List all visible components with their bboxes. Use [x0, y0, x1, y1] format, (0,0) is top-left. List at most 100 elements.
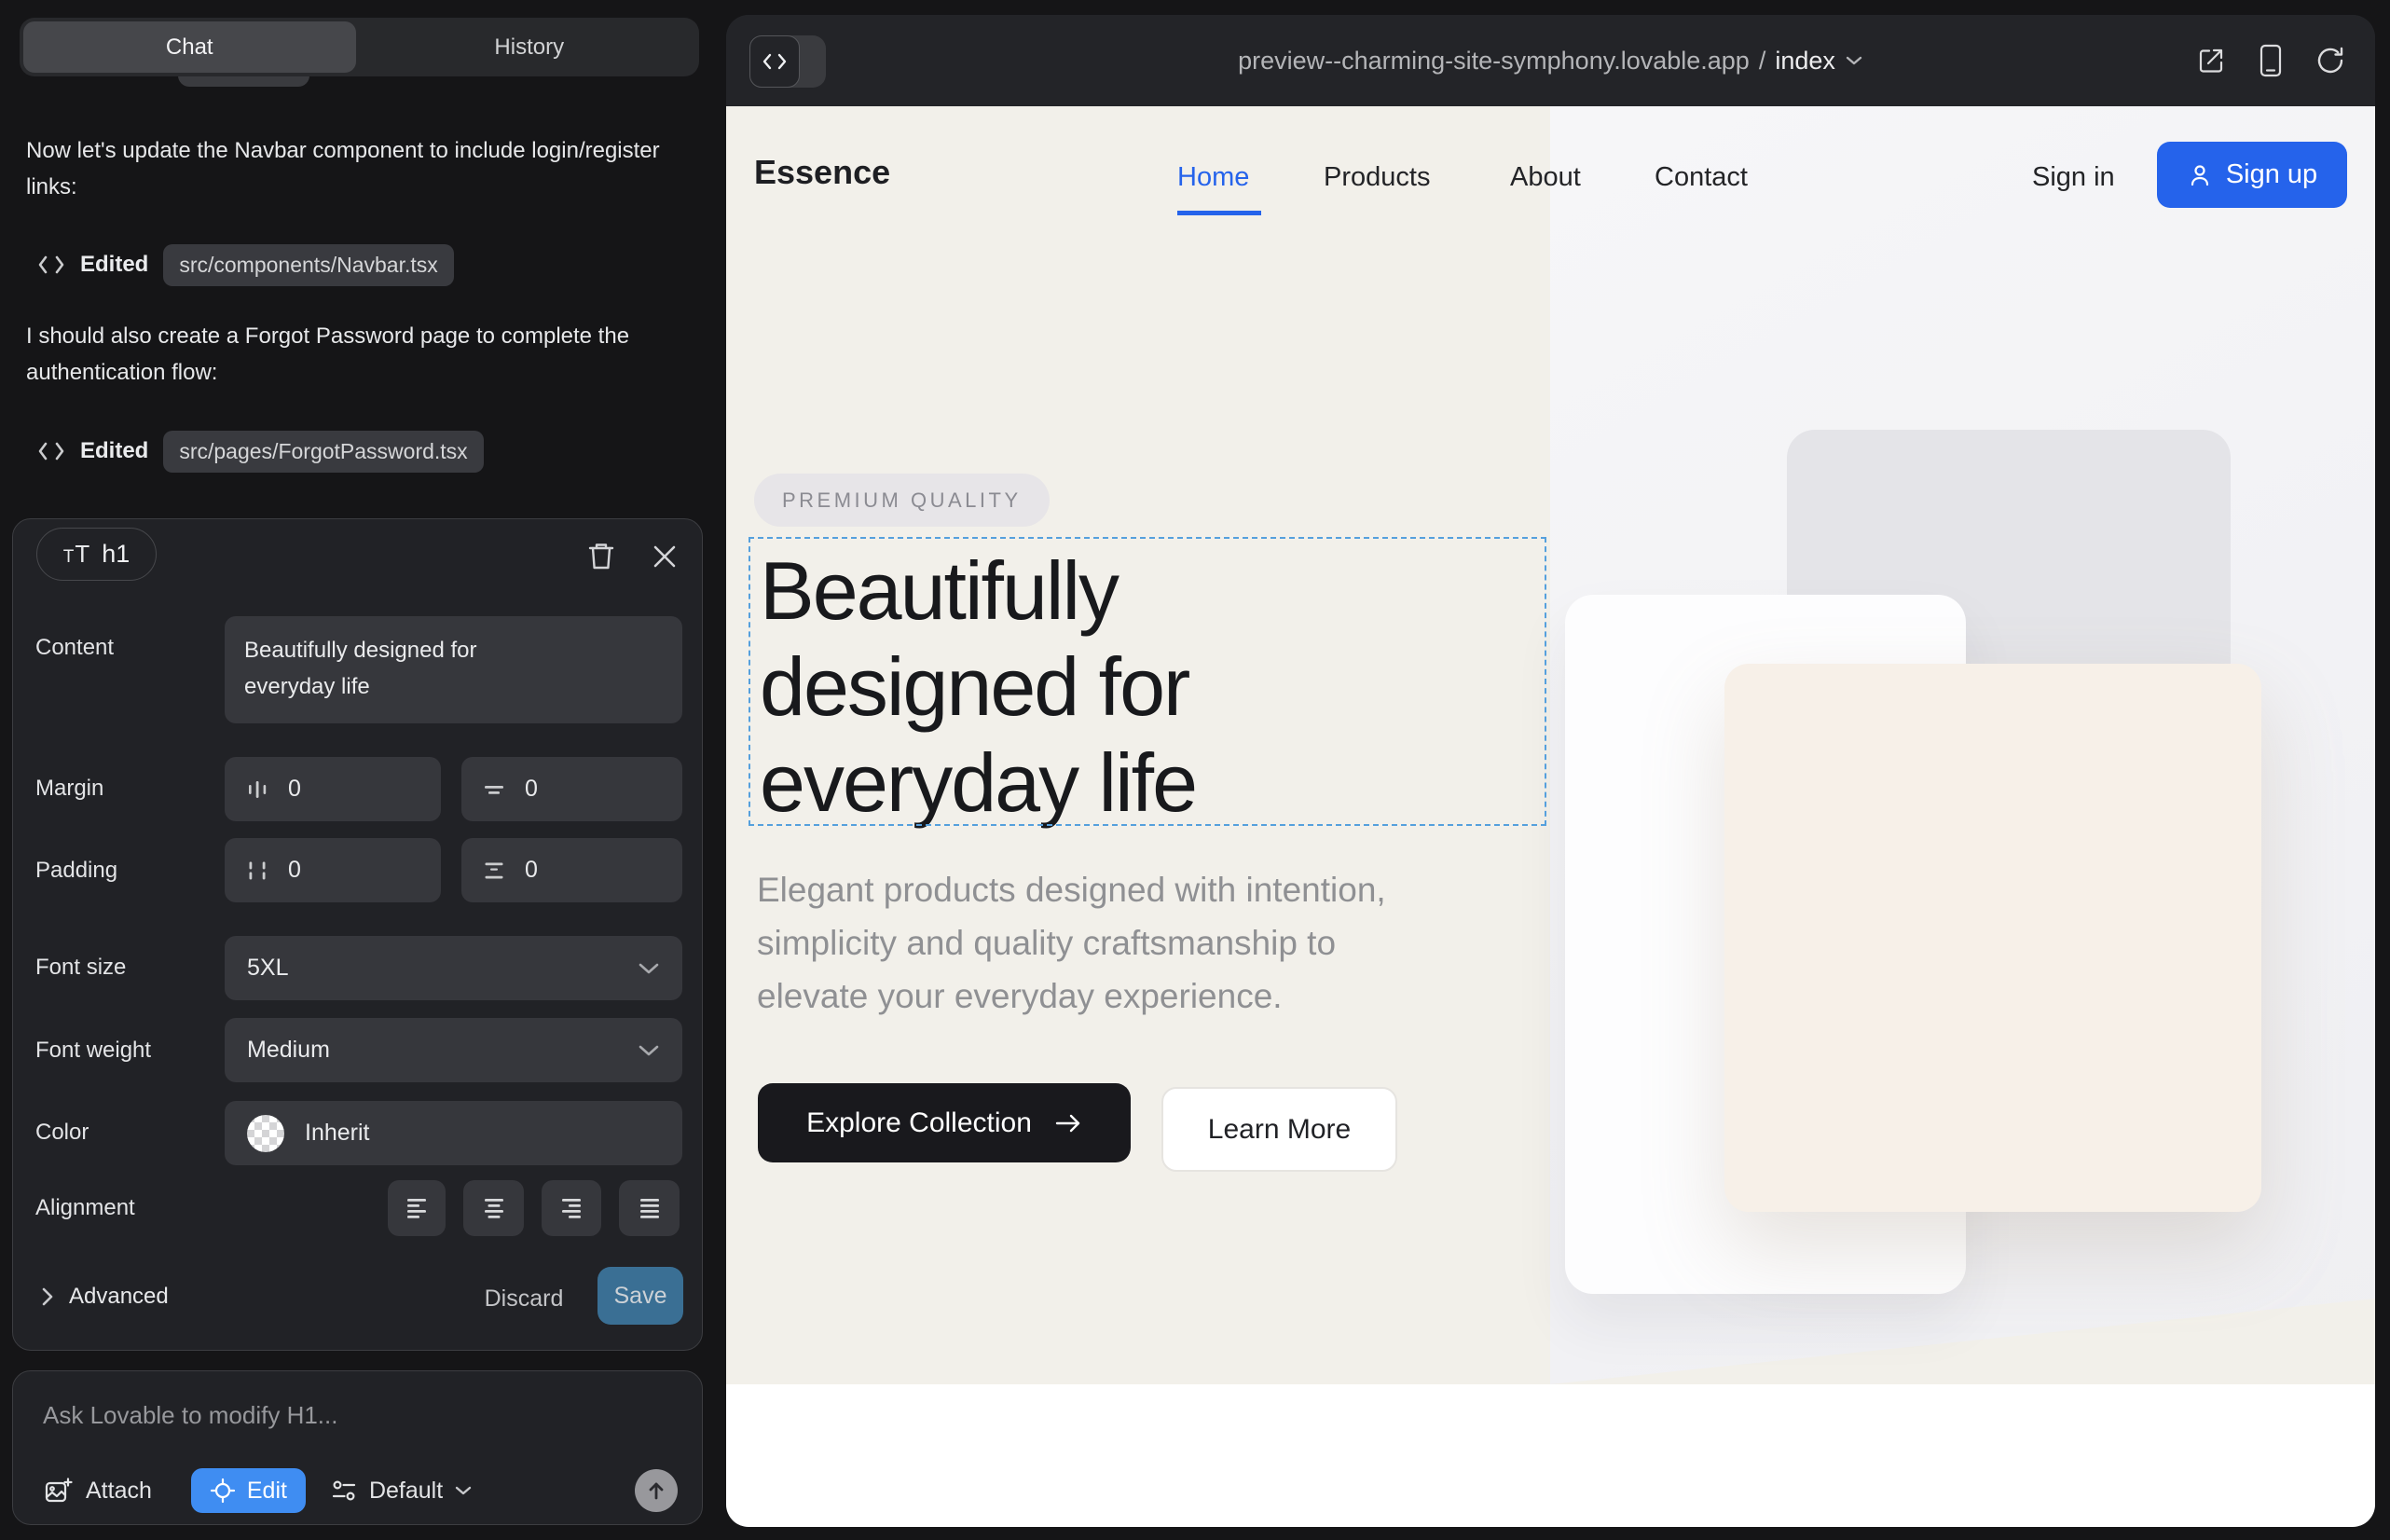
edited-label: Edited — [80, 252, 148, 278]
tab-history[interactable]: History — [364, 21, 696, 73]
chevron-down-icon — [1845, 55, 1863, 66]
chat-sidebar: Chat History Now let's update the Navbar… — [0, 0, 725, 1540]
margin-vertical-icon — [482, 777, 506, 802]
prompt-input[interactable]: Ask Lovable to modify H1... — [43, 1401, 337, 1430]
sidebar-tabs: Chat History — [20, 18, 699, 76]
target-icon — [210, 1478, 236, 1504]
hero-paragraph: Elegant products designed with intention… — [757, 863, 1386, 1023]
color-select[interactable]: Inherit — [225, 1101, 682, 1165]
chevron-down-icon — [454, 1485, 473, 1496]
edited-file-row: Edited src/components/Navbar.tsx — [37, 243, 454, 286]
code-icon — [37, 441, 65, 461]
explore-collection-button[interactable]: Explore Collection — [758, 1083, 1131, 1162]
edit-mode-button[interactable]: Edit — [191, 1468, 306, 1513]
page-select[interactable]: index — [1775, 47, 1835, 76]
font-weight-label: Font weight — [35, 1038, 151, 1064]
align-center-button[interactable] — [463, 1180, 524, 1236]
active-nav-underline — [1177, 211, 1261, 215]
color-swatch — [247, 1115, 284, 1152]
edited-file-badge[interactable]: src/pages/ForgotPassword.tsx — [163, 431, 483, 473]
font-weight-select[interactable]: Medium — [225, 1018, 682, 1082]
close-icon — [652, 543, 678, 570]
hero-badge: PREMIUM QUALITY — [754, 474, 1050, 527]
tab-chat[interactable]: Chat — [23, 21, 356, 73]
nav-link-about[interactable]: About — [1510, 162, 1581, 193]
margin-horizontal-icon — [245, 777, 269, 802]
selected-element-pill[interactable]: TT h1 — [36, 528, 157, 581]
chat-message: I should also create a Forgot Password p… — [26, 318, 660, 391]
align-center-icon — [481, 1195, 507, 1221]
trash-icon — [587, 542, 615, 571]
external-link-icon — [2195, 45, 2227, 76]
margin-label: Margin — [35, 776, 103, 802]
font-size-select[interactable]: 5XL — [225, 936, 682, 1000]
chevron-right-icon — [41, 1286, 54, 1307]
url-breadcrumb[interactable]: preview--charming-site-symphony.lovable.… — [726, 15, 2375, 106]
sign-up-button[interactable]: Sign up — [2157, 142, 2347, 208]
margin-horizontal-input[interactable]: 0 — [225, 757, 441, 821]
align-left-button[interactable] — [388, 1180, 446, 1236]
nav-link-contact[interactable]: Contact — [1655, 162, 1748, 193]
edited-file-row: Edited src/pages/ForgotPassword.tsx — [37, 430, 484, 473]
nav-link-home[interactable]: Home — [1177, 162, 1249, 193]
preview-url: preview--charming-site-symphony.lovable.… — [1238, 47, 1750, 76]
text-type-icon: TT — [63, 540, 91, 569]
element-tag: h1 — [102, 540, 130, 569]
element-selection-outline[interactable] — [749, 537, 1546, 826]
align-right-button[interactable] — [542, 1180, 601, 1236]
alignment-label: Alignment — [35, 1195, 135, 1221]
mobile-icon — [2259, 44, 2283, 77]
app-window: Chat History Now let's update the Navbar… — [0, 0, 2390, 1540]
sign-in-link[interactable]: Sign in — [2032, 162, 2115, 193]
align-justify-icon — [637, 1195, 663, 1221]
decorative-card-cream — [1724, 664, 2261, 1212]
edited-file-badge[interactable]: src/components/Navbar.tsx — [163, 244, 453, 286]
mobile-view-button[interactable] — [2252, 42, 2289, 79]
padding-label: Padding — [35, 858, 117, 884]
font-size-label: Font size — [35, 955, 126, 981]
attach-button[interactable]: Attach — [43, 1476, 152, 1506]
prompt-composer[interactable]: Ask Lovable to modify H1... Attach Edit — [12, 1370, 703, 1525]
code-icon — [37, 254, 65, 275]
preview-browser: preview--charming-site-symphony.lovable.… — [726, 15, 2375, 1527]
discard-button[interactable]: Discard — [479, 1286, 569, 1313]
chevron-down-icon — [638, 962, 660, 975]
url-separator: / — [1759, 47, 1766, 76]
browser-actions — [2192, 15, 2349, 106]
sliders-icon — [330, 1478, 358, 1504]
site-viewport: Essence Home Products About Contact Sign… — [726, 106, 2375, 1527]
edited-label: Edited — [80, 438, 148, 464]
content-input[interactable]: Beautifully designed for everyday life — [225, 616, 682, 723]
chevron-down-icon — [638, 1044, 660, 1057]
mode-select[interactable]: Default — [330, 1478, 473, 1505]
padding-vertical-icon — [482, 859, 506, 883]
chat-message: Now let's update the Navbar component to… — [26, 132, 660, 205]
user-icon — [2187, 162, 2213, 188]
close-panel-button[interactable] — [645, 537, 684, 576]
arrow-right-icon — [1054, 1113, 1082, 1134]
advanced-toggle[interactable]: Advanced — [41, 1284, 169, 1310]
learn-more-button[interactable]: Learn More — [1161, 1087, 1397, 1172]
element-editor-panel: TT h1 Content Beautifully designed for e… — [12, 518, 703, 1351]
delete-element-button[interactable] — [582, 537, 621, 576]
arrow-up-icon — [645, 1479, 667, 1502]
refresh-button[interactable] — [2312, 42, 2349, 79]
align-right-icon — [558, 1195, 584, 1221]
margin-vertical-input[interactable]: 0 — [461, 757, 682, 821]
composer-toolbar: Attach Edit Default — [43, 1468, 678, 1513]
padding-vertical-input[interactable]: 0 — [461, 838, 682, 902]
align-justify-button[interactable] — [619, 1180, 680, 1236]
content-label: Content — [35, 635, 114, 661]
refresh-icon — [2314, 45, 2346, 76]
site-logo[interactable]: Essence — [754, 153, 890, 192]
attach-image-icon — [43, 1476, 73, 1506]
browser-header: preview--charming-site-symphony.lovable.… — [726, 15, 2375, 106]
padding-horizontal-input[interactable]: 0 — [225, 838, 441, 902]
nav-link-products[interactable]: Products — [1324, 162, 1430, 193]
save-button[interactable]: Save — [598, 1267, 683, 1325]
align-left-icon — [404, 1195, 430, 1221]
send-button[interactable] — [635, 1469, 678, 1512]
open-external-button[interactable] — [2192, 42, 2230, 79]
padding-horizontal-icon — [245, 859, 269, 883]
color-label: Color — [35, 1120, 89, 1146]
